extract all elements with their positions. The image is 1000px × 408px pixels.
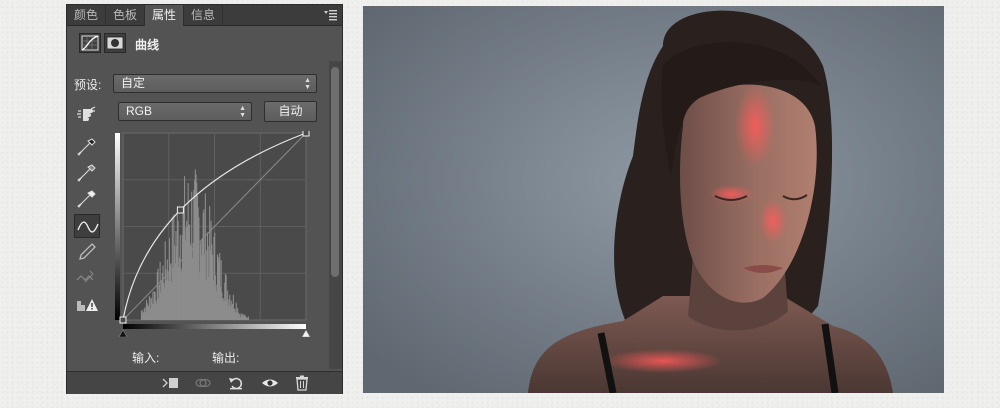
clipping-warning-icon[interactable] [74,293,100,317]
delete-trash-icon[interactable] [293,375,311,391]
dropdown-arrows-icon: ▲ ▼ [304,77,311,91]
clip-to-layer-icon[interactable] [162,375,180,391]
visibility-eye-icon[interactable] [261,375,279,391]
tab-swatches[interactable]: 色板 [106,5,145,25]
white-point-eyedropper-icon[interactable] [74,188,100,212]
layer-mask-icon[interactable] [104,33,126,53]
black-point-slider-icon[interactable] [118,329,128,338]
red-light-forehead [735,86,775,166]
tab-properties[interactable]: 属性 [145,5,184,26]
red-light-chest [603,349,723,373]
auto-button[interactable]: 自动 [264,101,317,122]
adjustment-title: 曲线 [135,38,160,52]
input-label: 输入: [132,351,160,365]
preset-label: 预设: [74,78,102,92]
tab-color[interactable]: 颜色 [67,5,106,25]
channel-value: RGB [126,104,153,118]
output-gradient-bar [115,133,120,320]
curves-adjustment-icon[interactable] [79,33,101,53]
view-previous-state-icon[interactable] [194,375,212,391]
curve-control-point[interactable] [119,316,127,324]
panel-tab-bar: 颜色 色板 属性 信息 [67,5,342,26]
gray-point-eyedropper-icon[interactable] [74,162,100,186]
curve-control-point[interactable] [176,206,184,214]
reset-icon[interactable] [227,375,245,391]
portrait-photo [363,6,944,393]
pencil-draw-icon[interactable] [74,240,100,264]
on-image-adjust-icon[interactable] [74,102,100,126]
panel-scrollbar[interactable] [329,61,342,369]
preset-value: 自定 [121,76,146,90]
black-point-eyedropper-icon[interactable] [74,136,100,160]
adjustment-header: 曲线 [67,27,329,57]
preset-dropdown[interactable]: 自定 ▲ ▼ [113,74,317,93]
scrollbar-thumb[interactable] [331,67,339,277]
curve-control-point[interactable] [302,129,310,137]
smooth-curve-icon[interactable] [74,266,100,290]
curves-graph[interactable] [115,129,314,338]
red-light-nose [759,199,787,243]
histogram-bar [247,316,249,320]
white-point-slider-icon[interactable] [301,329,311,338]
panel-bottom-bar [67,371,342,394]
dropdown-arrows-icon: ▲ ▼ [239,105,246,119]
curve-point-tool-icon[interactable] [74,214,100,238]
channel-dropdown[interactable]: RGB ▲ ▼ [118,102,252,121]
input-gradient-bar [123,324,306,329]
properties-panel: 颜色 色板 属性 信息 曲线 预设: 自定 ▲ ▼ RGB ▲ ▼ 自动 输入:… [66,4,343,394]
tab-info[interactable]: 信息 [184,5,223,25]
panel-menu-icon[interactable] [324,9,338,21]
output-label: 输出: [212,351,240,365]
